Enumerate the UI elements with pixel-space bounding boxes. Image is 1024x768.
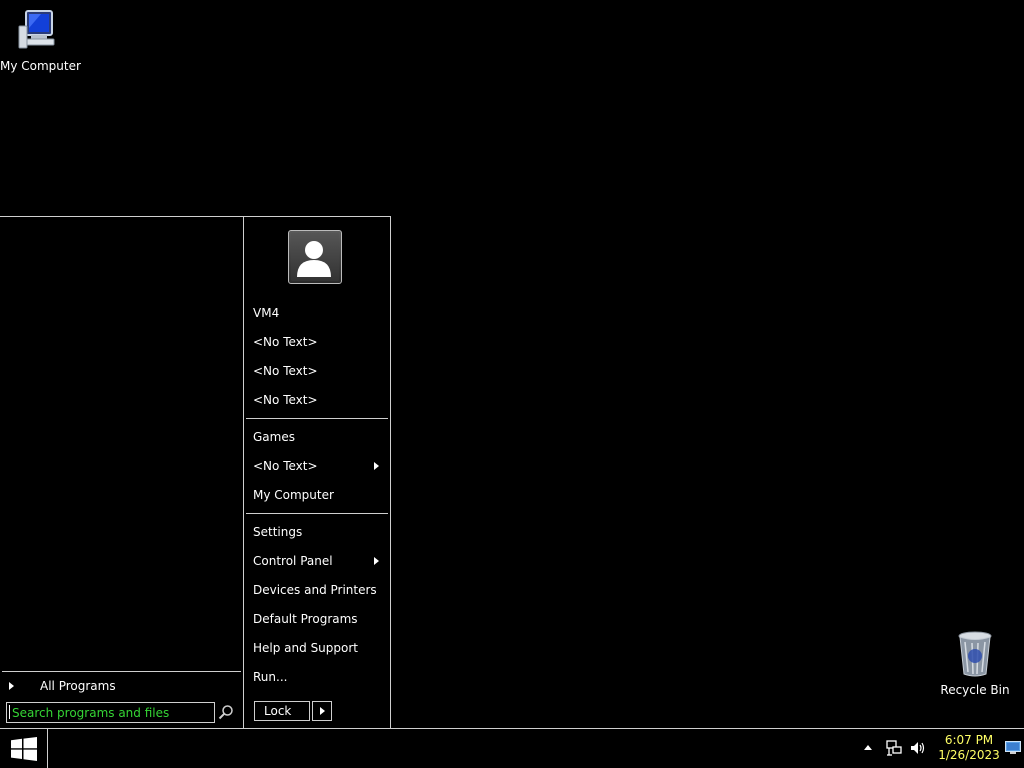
menu-item-label: VM4 <box>253 306 280 320</box>
text-caret <box>9 705 10 719</box>
menu-item-label: <No Text> <box>253 364 318 378</box>
divider <box>2 671 241 672</box>
recycle-bin-icon <box>958 631 992 677</box>
start-menu: All Programs VM4 <No Text> <No Text> <box>0 216 391 729</box>
user-picture[interactable] <box>288 230 342 284</box>
menu-item-devices-and-printers[interactable]: Devices and Printers <box>245 579 388 601</box>
show-hidden-icons-arrow-icon[interactable] <box>864 745 872 750</box>
all-programs-label: All Programs <box>40 679 116 693</box>
chevron-right-icon <box>9 682 14 690</box>
divider <box>246 513 388 514</box>
desktop-icon-my-computer[interactable]: My Computer <box>0 8 81 73</box>
menu-item-no-text-2[interactable]: <No Text> <box>245 360 388 382</box>
menu-item-control-panel[interactable]: Control Panel <box>245 550 388 572</box>
menu-item-user-name[interactable]: VM4 <box>245 302 388 324</box>
menu-item-label: Default Programs <box>253 612 358 626</box>
search-icon[interactable] <box>218 704 234 720</box>
desktop-icon-label: My Computer <box>0 59 81 73</box>
desktop-icon-recycle-bin[interactable]: Recycle Bin <box>940 630 1010 697</box>
user-icon <box>297 241 331 277</box>
clock[interactable]: 6:07 PM 1/26/2023 <box>934 733 1004 763</box>
chevron-right-icon <box>374 462 379 470</box>
menu-item-label: My Computer <box>253 488 334 502</box>
menu-item-label: Devices and Printers <box>253 583 377 597</box>
lock-button-label: Lock <box>264 704 292 718</box>
computer-icon <box>18 10 55 49</box>
menu-item-label: <No Text> <box>253 459 318 473</box>
taskbar: 6:07 PM 1/26/2023 <box>0 728 1024 768</box>
menu-item-label: Help and Support <box>253 641 358 655</box>
shutdown-options-button[interactable] <box>312 701 332 721</box>
start-button[interactable] <box>0 729 48 768</box>
desktop: My Computer Recycle Bin All Programs Sea… <box>0 0 1024 729</box>
chevron-right-icon <box>374 557 379 565</box>
menu-item-games[interactable]: Games <box>245 426 388 448</box>
menu-item-no-text-1[interactable]: <No Text> <box>245 331 388 353</box>
menu-item-help-and-support[interactable]: Help and Support <box>245 637 388 659</box>
menu-item-label: <No Text> <box>253 335 318 349</box>
search-input[interactable] <box>6 702 215 723</box>
all-programs-button[interactable]: All Programs <box>6 679 236 695</box>
desktop-icon-label: Recycle Bin <box>940 683 1010 697</box>
show-desktop-icon[interactable] <box>1005 741 1021 754</box>
lock-button[interactable]: Lock <box>254 701 310 721</box>
menu-item-label: Run... <box>253 670 288 684</box>
volume-icon[interactable] <box>909 739 927 757</box>
start-menu-programs-pane: All Programs <box>0 217 244 729</box>
windows-logo-icon <box>11 737 37 761</box>
start-menu-places-pane: VM4 <No Text> <No Text> <No Text> Games … <box>245 217 390 729</box>
menu-item-default-programs[interactable]: Default Programs <box>245 608 388 630</box>
menu-item-settings[interactable]: Settings <box>245 521 388 543</box>
menu-item-no-text-3[interactable]: <No Text> <box>245 389 388 411</box>
menu-item-run[interactable]: Run... <box>245 666 388 688</box>
menu-item-my-computer[interactable]: My Computer <box>245 484 388 506</box>
divider <box>246 418 388 419</box>
menu-item-label: Settings <box>253 525 303 539</box>
clock-time: 6:07 PM <box>944 733 994 747</box>
clock-date: 1/26/2023 <box>938 748 1000 762</box>
menu-item-label: Games <box>253 430 295 444</box>
menu-item-label: Control Panel <box>253 554 333 568</box>
menu-item-label: <No Text> <box>253 393 318 407</box>
network-icon[interactable] <box>885 739 903 757</box>
menu-item-no-text-submenu[interactable]: <No Text> <box>245 455 388 477</box>
